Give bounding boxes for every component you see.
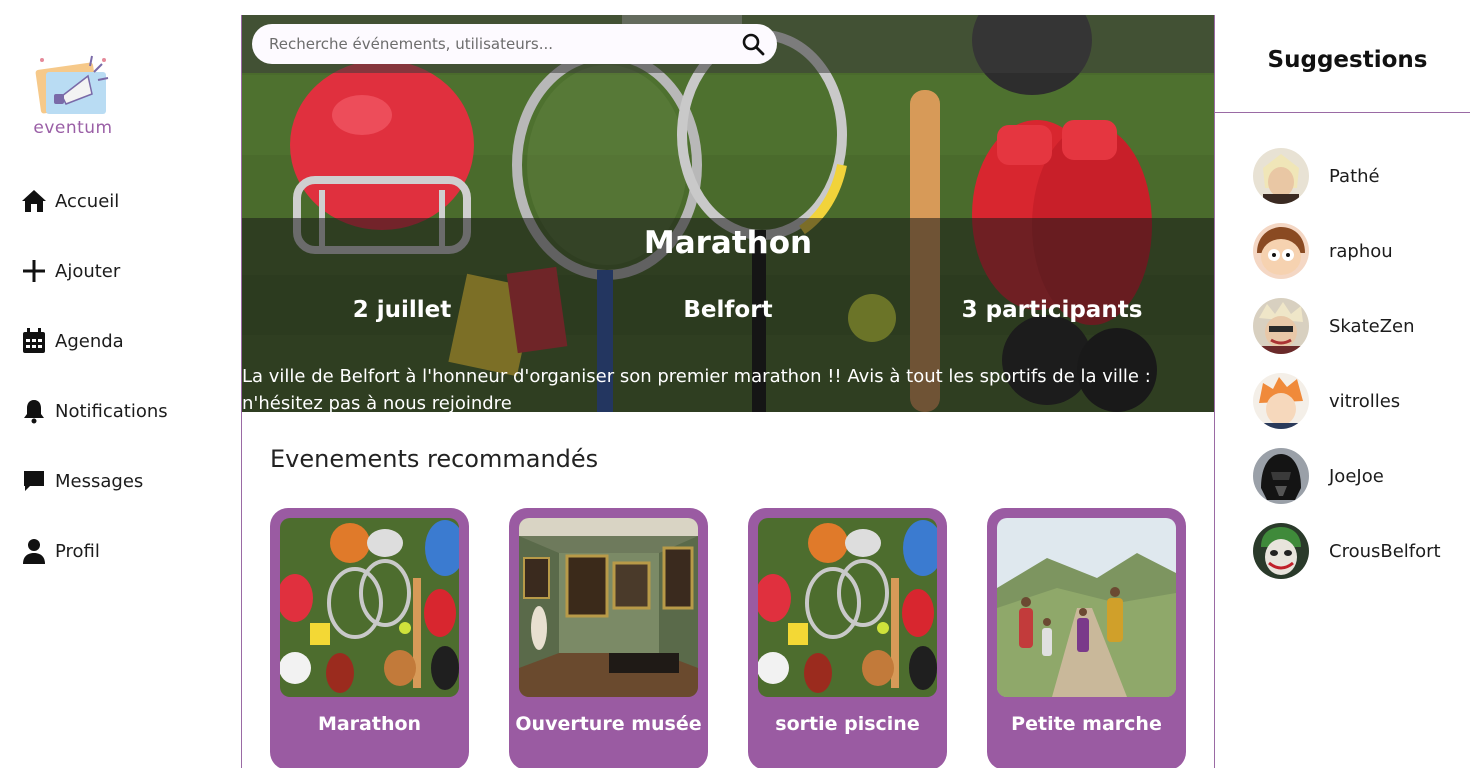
nav-label: Ajouter xyxy=(55,260,121,282)
plus-icon xyxy=(20,257,48,285)
main-content: Marathon 2 juillet Belfort 3 participant… xyxy=(241,15,1215,768)
event-description: La ville de Belfort à l'honneur d'organi… xyxy=(242,366,1151,412)
suggestions-title: Suggestions xyxy=(1267,47,1428,73)
event-card[interactable]: sortie piscine xyxy=(748,508,947,768)
suggestion-user[interactable]: vitrolles xyxy=(1253,373,1441,429)
avatar[interactable] xyxy=(1253,223,1309,279)
nav-label: Accueil xyxy=(55,190,120,212)
suggestion-user[interactable]: JoeJoe xyxy=(1253,448,1441,504)
nav-item-profil[interactable]: Profil xyxy=(20,532,168,570)
event-city: Belfort xyxy=(683,297,773,323)
suggestion-username: JoeJoe xyxy=(1329,465,1384,487)
sidebar: eventum Accueil Ajouter Agenda Notificat… xyxy=(0,0,241,768)
nav-label: Profil xyxy=(55,540,100,562)
nav-item-agenda[interactable]: Agenda xyxy=(20,322,168,360)
suggestions-list: Pathé raphou SkateZen vitrolles JoeJoe C… xyxy=(1253,148,1441,598)
suggestion-user[interactable]: raphou xyxy=(1253,223,1441,279)
event-card-title: Petite marche xyxy=(1011,713,1162,735)
bell-icon xyxy=(20,397,48,425)
recommended-section-title: Evenements recommandés xyxy=(270,445,599,473)
suggestion-user[interactable]: Pathé xyxy=(1253,148,1441,204)
sports-equipment-image xyxy=(280,518,459,697)
main-nav: Accueil Ajouter Agenda Notifications Mes… xyxy=(20,182,168,602)
suggestion-username: SkateZen xyxy=(1329,315,1415,337)
avatar[interactable] xyxy=(1253,373,1309,429)
suggestion-username: vitrolles xyxy=(1329,390,1401,412)
message-icon xyxy=(20,467,48,495)
avatar[interactable] xyxy=(1253,448,1309,504)
sports-equipment-image xyxy=(758,518,937,697)
event-card-title: Ouverture musée xyxy=(515,713,702,735)
nav-label: Agenda xyxy=(55,330,124,352)
avatar[interactable] xyxy=(1253,523,1309,579)
user-icon xyxy=(20,537,48,565)
event-card[interactable]: Marathon xyxy=(270,508,469,768)
event-card[interactable]: Petite marche xyxy=(987,508,1186,768)
nav-item-accueil[interactable]: Accueil xyxy=(20,182,168,220)
calendar-icon xyxy=(20,327,48,355)
family-hike-image xyxy=(997,518,1176,697)
suggestion-username: CrousBelfort xyxy=(1329,540,1441,562)
event-card-title: sortie piscine xyxy=(775,713,920,735)
event-card-title: Marathon xyxy=(317,713,422,735)
suggestions-divider xyxy=(1215,112,1470,113)
event-date: 2 juillet xyxy=(352,297,452,323)
event-card[interactable]: Ouverture musée xyxy=(509,508,708,768)
nav-label: Notifications xyxy=(55,400,168,422)
suggestion-username: Pathé xyxy=(1329,165,1380,187)
suggestion-user[interactable]: CrousBelfort xyxy=(1253,523,1441,579)
search-input[interactable] xyxy=(269,35,741,53)
avatar[interactable] xyxy=(1253,298,1309,354)
featured-event-banner[interactable]: Marathon 2 juillet Belfort 3 participant… xyxy=(242,15,1214,412)
recommended-events-list: Marathon Ouverture musée sortie piscine … xyxy=(270,508,1226,768)
logo-text: eventum xyxy=(33,118,113,138)
museum-gallery-image xyxy=(519,518,698,697)
event-title: Marathon xyxy=(643,225,813,261)
suggestions-panel: Suggestions Pathé raphou SkateZen vitrol… xyxy=(1215,0,1470,768)
nav-item-ajouter[interactable]: Ajouter xyxy=(20,252,168,290)
event-participants: 3 participants xyxy=(961,297,1143,323)
search-bar xyxy=(252,24,777,64)
nav-item-messages[interactable]: Messages xyxy=(20,462,168,500)
logo-megaphone-icon xyxy=(35,55,109,114)
avatar[interactable] xyxy=(1253,148,1309,204)
suggestion-username: raphou xyxy=(1329,240,1393,262)
search-icon[interactable] xyxy=(741,32,765,56)
nav-label: Messages xyxy=(55,470,144,492)
home-icon xyxy=(20,187,48,215)
logo[interactable]: eventum xyxy=(28,50,118,142)
nav-item-notifications[interactable]: Notifications xyxy=(20,392,168,430)
suggestion-user[interactable]: SkateZen xyxy=(1253,298,1441,354)
